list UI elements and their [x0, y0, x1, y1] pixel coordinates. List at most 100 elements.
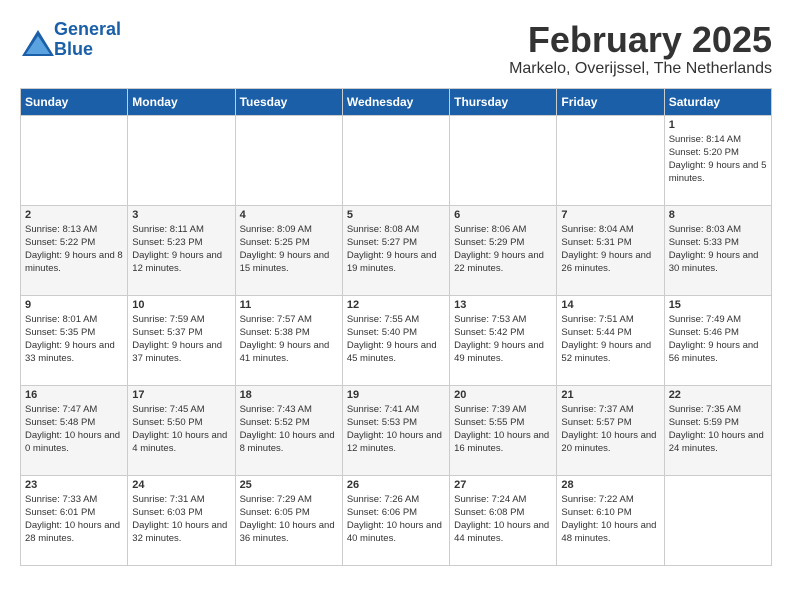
- logo-icon: [20, 28, 50, 52]
- calendar-week-3: 9 Sunrise: 8:01 AM Sunset: 5:35 PM Daylig…: [21, 295, 772, 385]
- calendar-week-1: 1Sunrise: 8:14 AM Sunset: 5:20 PM Daylig…: [21, 115, 772, 205]
- calendar-cell: 12 Sunrise: 7:55 AM Sunset: 5:40 PM Dayli…: [342, 295, 449, 385]
- day-number: 9: [25, 299, 123, 311]
- day-info: Sunrise: 7:35 AM Sunset: 5:59 PM Dayligh…: [669, 403, 767, 456]
- day-info: Sunrise: 8:14 AM Sunset: 5:20 PM Dayligh…: [669, 133, 767, 186]
- calendar-week-2: 2 Sunrise: 8:13 AM Sunset: 5:22 PM Daylig…: [21, 205, 772, 295]
- calendar-cell: [128, 115, 235, 205]
- day-number: 19: [347, 389, 445, 401]
- day-number: 14: [561, 299, 659, 311]
- calendar-cell: 22Sunrise: 7:35 AM Sunset: 5:59 PM Dayli…: [664, 385, 771, 475]
- calendar-cell: 7 Sunrise: 8:04 AM Sunset: 5:31 PM Daylig…: [557, 205, 664, 295]
- calendar-cell: 26 Sunrise: 7:26 AM Sunset: 6:06 PM Dayli…: [342, 475, 449, 565]
- logo: General Blue: [20, 20, 121, 60]
- calendar-cell: [557, 115, 664, 205]
- day-number: 4: [240, 209, 338, 221]
- day-header-saturday: Saturday: [664, 88, 771, 115]
- day-header-friday: Friday: [557, 88, 664, 115]
- day-info: Sunrise: 8:11 AM Sunset: 5:23 PM Dayligh…: [132, 223, 230, 276]
- calendar-cell: 13Sunrise: 7:53 AM Sunset: 5:42 PM Dayli…: [450, 295, 557, 385]
- day-info: Sunrise: 7:45 AM Sunset: 5:50 PM Dayligh…: [132, 403, 230, 456]
- calendar-cell: 8 Sunrise: 8:03 AM Sunset: 5:33 PM Daylig…: [664, 205, 771, 295]
- title-block: February 2025 Markelo, Overijssel, The N…: [509, 20, 772, 78]
- calendar-week-4: 16 Sunrise: 7:47 AM Sunset: 5:48 PM Dayli…: [21, 385, 772, 475]
- calendar-cell: 25Sunrise: 7:29 AM Sunset: 6:05 PM Dayli…: [235, 475, 342, 565]
- day-number: 28: [561, 479, 659, 491]
- calendar-cell: 9 Sunrise: 8:01 AM Sunset: 5:35 PM Daylig…: [21, 295, 128, 385]
- day-number: 5: [347, 209, 445, 221]
- day-info: Sunrise: 7:37 AM Sunset: 5:57 PM Dayligh…: [561, 403, 659, 456]
- day-info: Sunrise: 8:04 AM Sunset: 5:31 PM Dayligh…: [561, 223, 659, 276]
- day-info: Sunrise: 8:08 AM Sunset: 5:27 PM Dayligh…: [347, 223, 445, 276]
- day-number: 11: [240, 299, 338, 311]
- calendar-cell: 5 Sunrise: 8:08 AM Sunset: 5:27 PM Daylig…: [342, 205, 449, 295]
- calendar-cell: 2 Sunrise: 8:13 AM Sunset: 5:22 PM Daylig…: [21, 205, 128, 295]
- day-number: 26: [347, 479, 445, 491]
- day-info: Sunrise: 7:59 AM Sunset: 5:37 PM Dayligh…: [132, 313, 230, 366]
- day-header-wednesday: Wednesday: [342, 88, 449, 115]
- day-number: 15: [669, 299, 767, 311]
- day-number: 7: [561, 209, 659, 221]
- day-number: 21: [561, 389, 659, 401]
- day-info: Sunrise: 8:06 AM Sunset: 5:29 PM Dayligh…: [454, 223, 552, 276]
- day-header-monday: Monday: [128, 88, 235, 115]
- calendar-cell: 23 Sunrise: 7:33 AM Sunset: 6:01 PM Dayli…: [21, 475, 128, 565]
- day-number: 6: [454, 209, 552, 221]
- calendar-week-5: 23 Sunrise: 7:33 AM Sunset: 6:01 PM Dayli…: [21, 475, 772, 565]
- day-number: 16: [25, 389, 123, 401]
- day-info: Sunrise: 7:49 AM Sunset: 5:46 PM Dayligh…: [669, 313, 767, 366]
- calendar-table: SundayMondayTuesdayWednesdayThursdayFrid…: [20, 88, 772, 566]
- calendar-cell: [342, 115, 449, 205]
- day-header-sunday: Sunday: [21, 88, 128, 115]
- calendar-cell: 19 Sunrise: 7:41 AM Sunset: 5:53 PM Dayli…: [342, 385, 449, 475]
- day-number: 27: [454, 479, 552, 491]
- day-info: Sunrise: 8:09 AM Sunset: 5:25 PM Dayligh…: [240, 223, 338, 276]
- calendar-cell: 3 Sunrise: 8:11 AM Sunset: 5:23 PM Daylig…: [128, 205, 235, 295]
- calendar-cell: [450, 115, 557, 205]
- day-info: Sunrise: 8:01 AM Sunset: 5:35 PM Dayligh…: [25, 313, 123, 366]
- day-info: Sunrise: 8:03 AM Sunset: 5:33 PM Dayligh…: [669, 223, 767, 276]
- calendar-cell: 15 Sunrise: 7:49 AM Sunset: 5:46 PM Dayli…: [664, 295, 771, 385]
- day-number: 10: [132, 299, 230, 311]
- day-number: 17: [132, 389, 230, 401]
- day-number: 12: [347, 299, 445, 311]
- calendar-cell: 10 Sunrise: 7:59 AM Sunset: 5:37 PM Dayli…: [128, 295, 235, 385]
- calendar-header-row: SundayMondayTuesdayWednesdayThursdayFrid…: [21, 88, 772, 115]
- day-header-tuesday: Tuesday: [235, 88, 342, 115]
- calendar-body: 1Sunrise: 8:14 AM Sunset: 5:20 PM Daylig…: [21, 115, 772, 565]
- page-header: General Blue February 2025 Markelo, Over…: [20, 20, 772, 78]
- day-info: Sunrise: 7:31 AM Sunset: 6:03 PM Dayligh…: [132, 493, 230, 546]
- calendar-cell: 27 Sunrise: 7:24 AM Sunset: 6:08 PM Dayli…: [450, 475, 557, 565]
- calendar-title: February 2025: [509, 20, 772, 60]
- day-number: 3: [132, 209, 230, 221]
- calendar-cell: [235, 115, 342, 205]
- day-info: Sunrise: 7:47 AM Sunset: 5:48 PM Dayligh…: [25, 403, 123, 456]
- day-number: 2: [25, 209, 123, 221]
- calendar-cell: 6 Sunrise: 8:06 AM Sunset: 5:29 PM Daylig…: [450, 205, 557, 295]
- calendar-cell: [664, 475, 771, 565]
- day-info: Sunrise: 7:26 AM Sunset: 6:06 PM Dayligh…: [347, 493, 445, 546]
- logo-text: General Blue: [54, 20, 121, 60]
- day-info: Sunrise: 7:22 AM Sunset: 6:10 PM Dayligh…: [561, 493, 659, 546]
- day-info: Sunrise: 7:55 AM Sunset: 5:40 PM Dayligh…: [347, 313, 445, 366]
- day-number: 23: [25, 479, 123, 491]
- day-info: Sunrise: 7:24 AM Sunset: 6:08 PM Dayligh…: [454, 493, 552, 546]
- calendar-cell: 21 Sunrise: 7:37 AM Sunset: 5:57 PM Dayli…: [557, 385, 664, 475]
- calendar-cell: 1Sunrise: 8:14 AM Sunset: 5:20 PM Daylig…: [664, 115, 771, 205]
- day-number: 20: [454, 389, 552, 401]
- day-info: Sunrise: 7:29 AM Sunset: 6:05 PM Dayligh…: [240, 493, 338, 546]
- day-info: Sunrise: 7:57 AM Sunset: 5:38 PM Dayligh…: [240, 313, 338, 366]
- day-number: 18: [240, 389, 338, 401]
- calendar-cell: 11 Sunrise: 7:57 AM Sunset: 5:38 PM Dayli…: [235, 295, 342, 385]
- day-info: Sunrise: 8:13 AM Sunset: 5:22 PM Dayligh…: [25, 223, 123, 276]
- day-info: Sunrise: 7:41 AM Sunset: 5:53 PM Dayligh…: [347, 403, 445, 456]
- calendar-cell: 28 Sunrise: 7:22 AM Sunset: 6:10 PM Dayli…: [557, 475, 664, 565]
- day-number: 13: [454, 299, 552, 311]
- calendar-cell: 20Sunrise: 7:39 AM Sunset: 5:55 PM Dayli…: [450, 385, 557, 475]
- calendar-cell: 14Sunrise: 7:51 AM Sunset: 5:44 PM Dayli…: [557, 295, 664, 385]
- day-info: Sunrise: 7:43 AM Sunset: 5:52 PM Dayligh…: [240, 403, 338, 456]
- day-info: Sunrise: 7:33 AM Sunset: 6:01 PM Dayligh…: [25, 493, 123, 546]
- day-number: 8: [669, 209, 767, 221]
- calendar-cell: 16 Sunrise: 7:47 AM Sunset: 5:48 PM Dayli…: [21, 385, 128, 475]
- calendar-cell: [21, 115, 128, 205]
